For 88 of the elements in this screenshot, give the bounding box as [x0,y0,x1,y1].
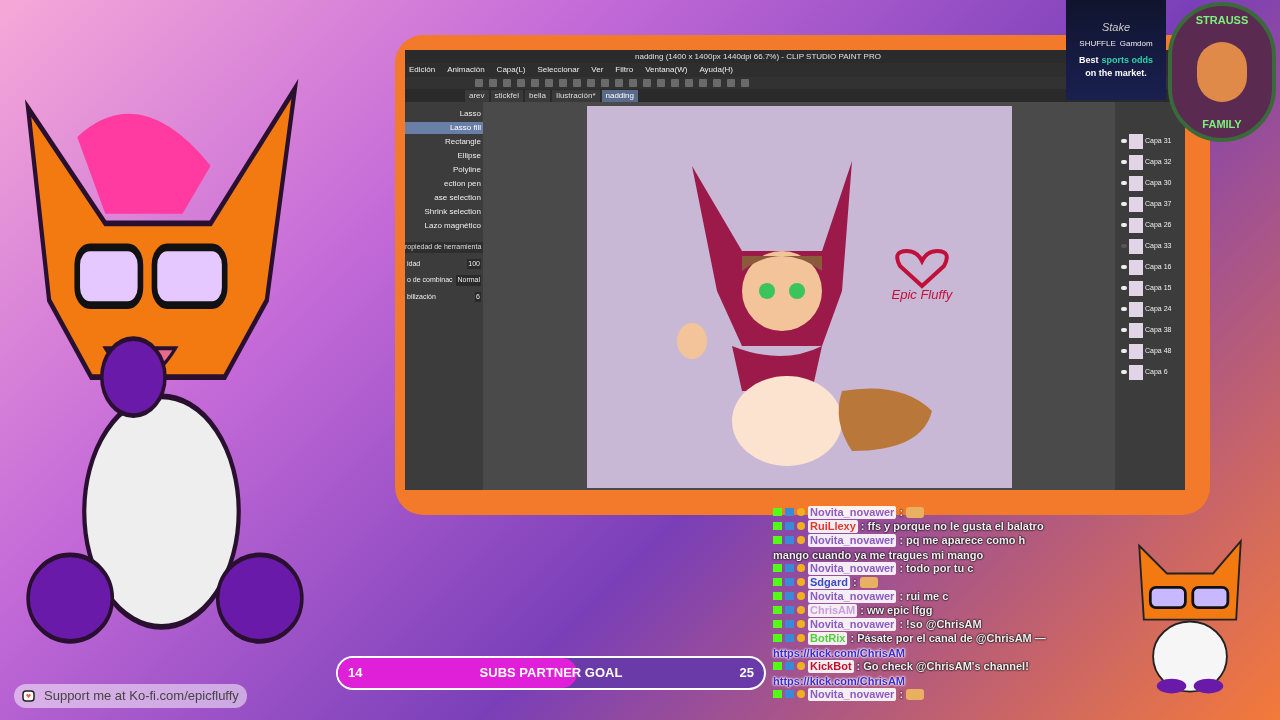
tool-list-item[interactable]: ase selection [405,192,483,204]
chat-message: : ww epic lfgg [860,603,933,617]
goal-target-count: 25 [739,664,754,683]
menu-item[interactable]: Capa(L) [496,64,526,76]
chat-message: : !so @ChrisAM [899,617,982,631]
menu-item[interactable]: Filtro [615,64,634,76]
eye-icon[interactable] [1121,307,1127,311]
chat-message: : todo por tu c [899,561,974,575]
menu-item[interactable]: Animación [447,64,485,76]
kick-badge-icon [773,690,782,698]
tool-list-item[interactable]: Lazo magnético [405,220,483,232]
eye-icon[interactable] [1121,181,1127,185]
badge-text: FAMILY [1202,116,1242,132]
layer-thumbnail [1129,343,1143,359]
chat-username[interactable]: Novita_novawer [808,533,897,547]
chat-message: : [899,687,904,701]
chat-username[interactable]: Sdgard [808,575,850,589]
chat-username[interactable]: Novita_novawer [808,687,897,701]
chat-message: : [899,505,904,519]
window-title: nadding (1400 x 1400px 1440dpi 66.7%) - CLIP STUDIO PAINT PRO [635,50,881,63]
eye-icon[interactable] [1121,328,1127,332]
document-tab[interactable]: arev [465,90,489,102]
tool-list-item[interactable]: Lasso fill [405,122,483,134]
character-placeholder [1197,42,1247,102]
layer-thumbnail [1129,175,1143,191]
chat-message: : rui me c [899,589,949,603]
coin-badge-icon [797,690,805,698]
chat-username[interactable]: Novita_novawer [808,617,897,631]
chat-message: mango cuando ya me tragues mi mango [773,548,984,561]
chat-username[interactable]: RuiLlexy [808,519,858,533]
goal-title: SUBS PARTNER GOAL [479,664,623,683]
document-tab[interactable]: Ilustración* [551,90,600,102]
layer-thumbnail [1129,196,1143,212]
goal-start-count: 14 [348,664,363,683]
tool-list-item[interactable]: Lasso [405,108,483,120]
brand-text: Gamdom [1119,37,1153,50]
document-tab[interactable]: bella [525,90,550,102]
eye-icon[interactable] [1121,349,1127,353]
cup-icon [22,689,38,703]
brand-text: SHUFFLE [1079,37,1116,50]
menu-item[interactable]: Edición [409,64,436,76]
logo-text: Epic Fluffy [891,286,953,304]
menu-item[interactable]: Seleccionar [537,64,580,76]
ad-headline: on the market. [1085,67,1147,81]
tool-list-item[interactable]: Shrink selection [405,206,483,218]
badge-text: STRAUSS [1195,13,1249,28]
eye-icon[interactable] [1121,286,1127,290]
layer-thumbnail [1129,364,1143,380]
chat-message: : Go check @ChrisAM's channel! [856,659,1029,673]
eye-icon[interactable] [1121,160,1127,164]
kick-badge-icon [773,662,782,670]
kofi-text: Support me at Ko-fi.com/epicfluffy [44,687,239,706]
layer-thumbnail [1129,280,1143,296]
eye-icon[interactable] [1121,139,1127,143]
layer-thumbnail [1129,217,1143,233]
subscriber-badge-icon [785,690,794,698]
chat-message: : [852,575,857,589]
layer-thumbnail [1129,259,1143,275]
eye-icon[interactable] [1121,223,1127,227]
ad-headline: sports odds [1101,53,1153,67]
subscriber-badge-icon [785,662,794,670]
eye-icon[interactable] [1121,370,1127,374]
menu-item[interactable]: Ayuda(H) [699,64,734,76]
tool-list-item[interactable]: ection pen [405,178,483,190]
chat-username[interactable]: Novita_novawer [808,561,897,575]
coin-badge-icon [797,662,805,670]
layer-thumbnail [1129,301,1143,317]
ad-banner[interactable]: Stake SHUFFLE Gamdom Best sports odds on the market. [1066,0,1166,100]
tool-list-item[interactable]: Rectangle [405,136,483,148]
chat-message: : ffs y porque no le gusta el balatro [860,519,1044,533]
menu-item[interactable]: Ventana(W) [645,64,688,76]
document-tab[interactable]: stickfel [490,90,523,102]
chat-message: : pq me aparece como h [899,533,1026,547]
layer-thumbnail [1129,322,1143,338]
ad-headline: Best [1079,53,1099,67]
layer-thumbnail [1129,154,1143,170]
eye-icon[interactable] [1121,202,1127,206]
layer-thumbnail [1129,133,1143,149]
layer-thumbnail [1129,238,1143,254]
tool-list-item[interactable]: Polyline [405,164,483,176]
document-tab[interactable]: nadding [601,90,638,102]
chat-username[interactable]: Novita_novawer [808,589,897,603]
chat-username[interactable]: KickBot [808,659,854,673]
menu-item[interactable]: Ver [591,64,604,76]
tool-list-item[interactable]: Ellipse [405,150,483,162]
eye-icon[interactable] [1121,265,1127,269]
brand-text: Stake [1101,20,1131,36]
chat-message: : Pásate por el canal de @ChrisAM — [850,631,1046,645]
